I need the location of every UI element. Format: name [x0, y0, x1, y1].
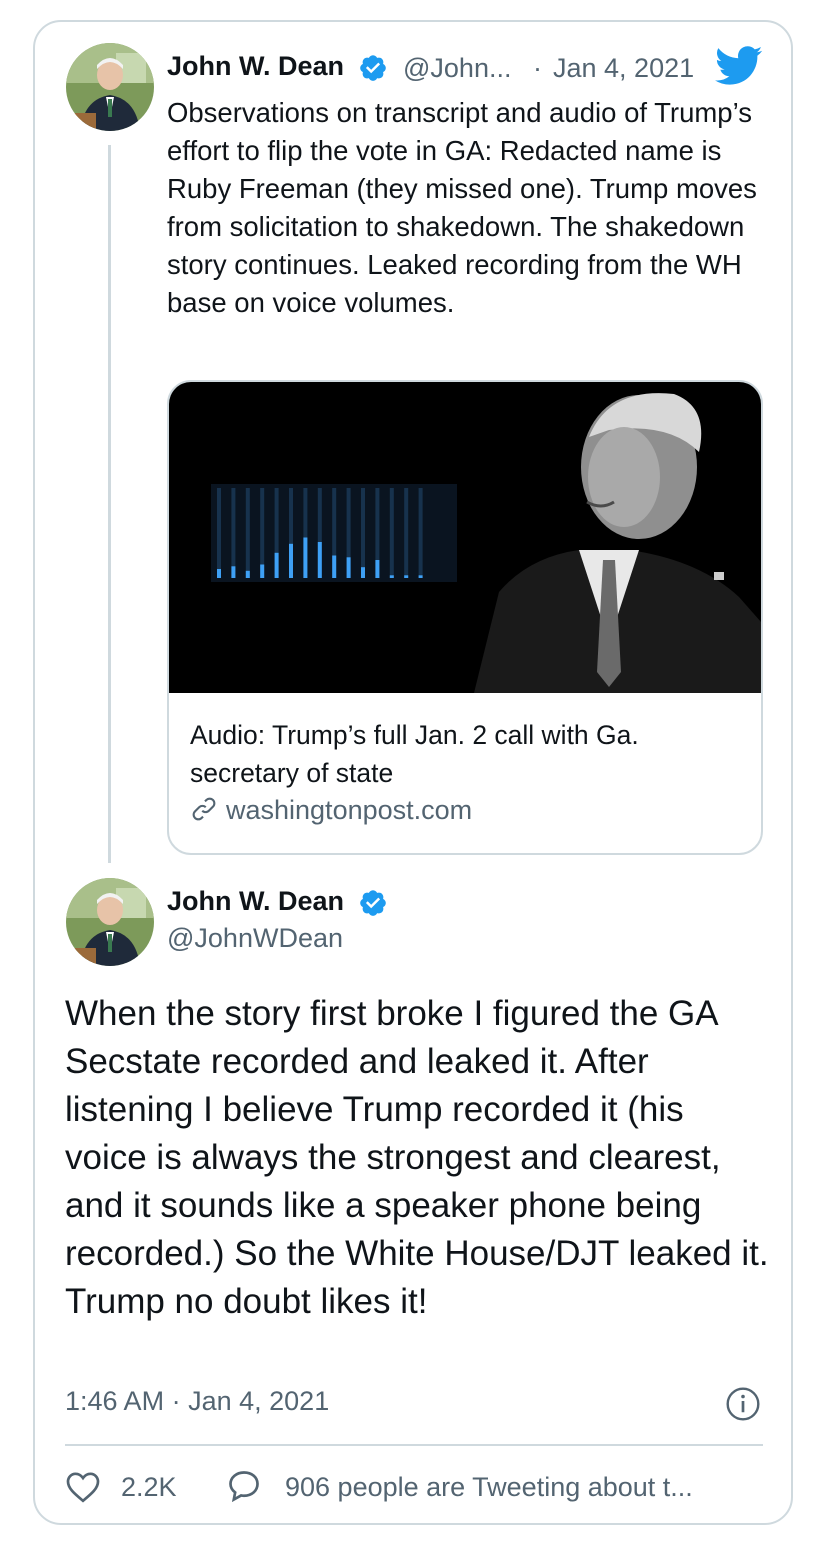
- audio-level-bar: [317, 542, 322, 578]
- audio-level-bar: [418, 575, 423, 578]
- audio-waveform-graphic: [211, 393, 761, 693]
- verified-badge-icon: [360, 55, 386, 81]
- main-verified-badge-icon: [360, 890, 386, 916]
- audio-level-track: [361, 488, 365, 578]
- audio-level-bar: [274, 552, 279, 578]
- link-preview-image: [169, 382, 761, 693]
- tweeting-about-link[interactable]: 906 people are Tweeting about t...: [285, 1472, 693, 1503]
- audio-level-track: [217, 488, 221, 578]
- tweet-timestamp[interactable]: 1:46 AM · Jan 4, 2021: [65, 1386, 329, 1417]
- tweet-time: 1:46 AM: [65, 1386, 165, 1416]
- link-domain-text: washingtonpost.com: [226, 795, 473, 825]
- audio-level-bar: [404, 575, 409, 578]
- twitter-bird-icon[interactable]: [715, 46, 763, 86]
- audio-level-bar: [260, 564, 265, 578]
- main-tweet-text: When the story first broke I figured the…: [65, 994, 769, 1321]
- like-count[interactable]: 2.2K: [121, 1472, 177, 1503]
- audio-level-bar: [245, 570, 250, 578]
- link-domain[interactable]: washingtonpost.com: [190, 795, 472, 826]
- audio-level-bar: [289, 543, 293, 578]
- audio-level-bar: [231, 566, 236, 578]
- date-separator: ·: [533, 53, 542, 83]
- audio-level-track: [418, 488, 423, 578]
- author-handle[interactable]: @John...: [403, 53, 511, 84]
- heart-icon[interactable]: [65, 1470, 101, 1504]
- audio-level-bar: [375, 560, 380, 578]
- main-author-handle[interactable]: @JohnWDean: [167, 923, 343, 954]
- tweet-date[interactable]: Jan 4, 2021: [553, 53, 694, 84]
- link-preview-card[interactable]: Audio: Trump’s full Jan. 2 call with Ga.…: [167, 380, 763, 855]
- audio-level-track: [231, 488, 236, 578]
- tweet-full-date: Jan 4, 2021: [188, 1386, 330, 1416]
- info-icon[interactable]: [725, 1386, 761, 1422]
- avatar-main[interactable]: [66, 878, 154, 966]
- audio-level-bar: [332, 555, 337, 578]
- audio-level-track: [404, 488, 409, 578]
- divider: [65, 1444, 763, 1446]
- tweet-text: Observations on transcript and audio of …: [167, 97, 757, 318]
- avatar-top[interactable]: [66, 43, 154, 131]
- audio-level-bar: [217, 569, 221, 578]
- author-name[interactable]: John W. Dean: [167, 51, 344, 82]
- main-author-name[interactable]: John W. Dean: [167, 886, 344, 917]
- audio-level-track: [245, 488, 250, 578]
- audio-level-bar: [389, 575, 394, 578]
- link-icon: [192, 797, 216, 821]
- thread-line: [108, 145, 111, 863]
- audio-level-bar: [346, 557, 351, 578]
- audio-level-track: [389, 488, 394, 578]
- link-title[interactable]: Audio: Trump’s full Jan. 2 call with Ga.…: [190, 716, 750, 792]
- timestamp-separator: ·: [171, 1386, 181, 1416]
- reply-bubble-icon[interactable]: [225, 1468, 263, 1504]
- audio-level-bar: [303, 537, 308, 578]
- audio-level-bar: [361, 567, 365, 578]
